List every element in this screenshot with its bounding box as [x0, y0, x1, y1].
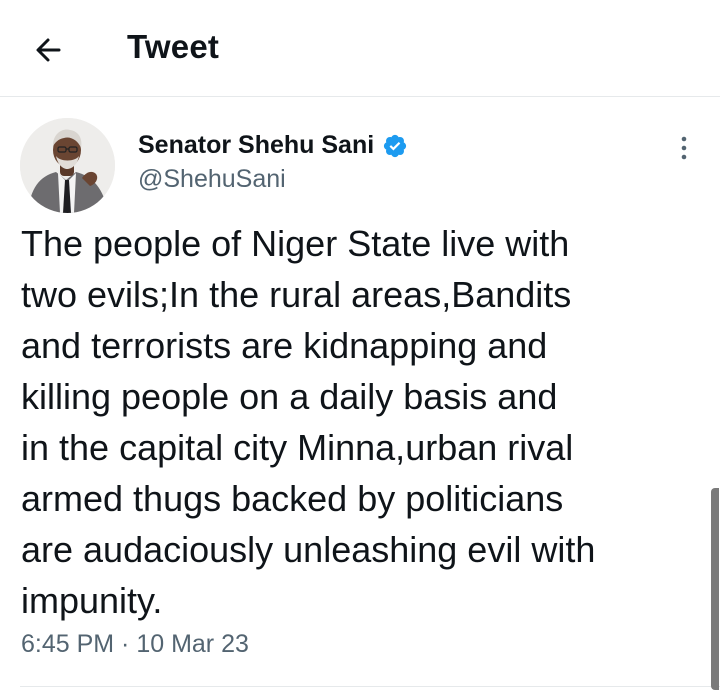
- author-name[interactable]: Senator Shehu Sani: [138, 131, 408, 160]
- author-name-text: Senator Shehu Sani: [138, 131, 375, 159]
- more-vertical-icon: [681, 136, 687, 160]
- divider: [20, 686, 720, 687]
- page-title: Tweet: [127, 28, 220, 65]
- tweet-text-line: two evils;In the rural areas,Bandits: [21, 274, 572, 315]
- scrollbar[interactable]: [711, 488, 719, 690]
- tweet-text-line: and terrorists are kidnapping and: [21, 325, 548, 366]
- tweet-text: The people of Niger State live with two …: [21, 218, 711, 626]
- tweet-text-line: armed thugs backed by politicians: [21, 478, 564, 519]
- author-avatar[interactable]: [20, 118, 115, 213]
- tweet-text-line: in the capital city Minna,urban rival: [21, 427, 574, 468]
- profile-photo: [20, 118, 115, 213]
- tweet-text-line: killing people on a daily basis and: [21, 376, 558, 417]
- tweet-timestamp[interactable]: 6:45 PM · 10 Mar 23: [21, 630, 249, 659]
- author-handle[interactable]: @ShehuSani: [138, 165, 286, 194]
- tweet-text-line: impunity.: [21, 580, 163, 621]
- more-options-button[interactable]: [672, 133, 696, 165]
- tweet-text-line: are audaciously unleashing evil with: [21, 529, 596, 570]
- top-app-bar: Tweet: [0, 0, 720, 97]
- tweet-text-line: The people of Niger State live with: [21, 223, 570, 264]
- back-button[interactable]: [28, 30, 72, 70]
- arrow-left-icon: [36, 38, 61, 62]
- verified-badge-icon: [384, 134, 407, 157]
